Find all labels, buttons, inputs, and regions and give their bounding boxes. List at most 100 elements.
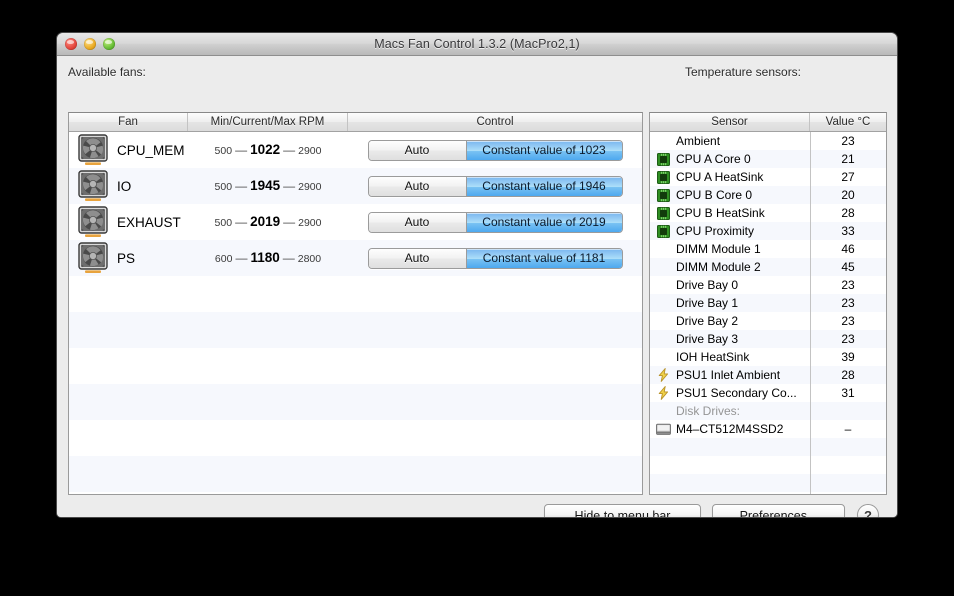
rpm-separator: — [235,215,248,229]
sensor-row-empty [650,474,886,492]
sensor-row[interactable]: CPU B HeatSink 28 [650,204,886,222]
column-header-sensor[interactable]: Sensor [650,113,810,131]
fan-mode-auto-segment[interactable]: Auto [368,140,467,160]
sensor-value: 23 [841,332,855,346]
fan-rpm-current: 1022 [250,142,281,157]
fan-rpm-max: 2900 [298,145,322,157]
traffic-light-group [65,38,115,50]
sensor-name: Drive Bay 0 [676,278,739,292]
sensor-value: 21 [841,152,855,166]
sensor-value: 23 [841,134,855,148]
fan-mode-segmented-control[interactable]: Auto Constant value of 1023 [367,139,623,161]
sensor-row[interactable]: DIMM Module 1 46 [650,240,886,258]
sensor-value: 46 [841,242,855,256]
fan-name: EXHAUST [117,214,181,230]
bolt-icon [658,368,668,382]
fan-row[interactable]: PS 600—1180—2800 Auto Constant value of 1… [69,240,642,276]
sensor-row[interactable]: PSU1 Inlet Ambient 28 [650,366,886,384]
sensor-name: Disk Drives: [676,404,741,418]
sensor-row[interactable]: CPU Proximity 33 [650,222,886,240]
sensor-row[interactable]: CPU A HeatSink 27 [650,168,886,186]
sensor-icon-cell [650,423,676,436]
sensor-icon-cell [650,206,676,220]
fans-table-body: CPU_MEM 500—1022—2900 Auto Constant value… [69,132,642,492]
sensor-name: M4–CT512M4SSD2 [676,422,784,436]
sensor-name: PSU1 Secondary Co... [676,386,797,400]
sensor-icon-cell [650,224,676,238]
temperature-sensors-label: Temperature sensors: [684,65,802,79]
fan-rpm-current: 1180 [250,250,280,265]
fans-table-header: Fan Min/Current/Max RPM Control [69,113,642,132]
sensors-column-divider [810,132,811,494]
sensor-row[interactable]: DIMM Module 2 45 [650,258,886,276]
available-fans-label: Available fans: [68,65,146,79]
sensor-row[interactable]: Drive Bay 3 23 [650,330,886,348]
fan-name: CPU_MEM [117,142,185,158]
fan-icon [78,206,108,237]
fan-mode-constant-segment[interactable]: Constant value of 1946 [466,176,622,196]
sensor-name: CPU Proximity [676,224,755,238]
sensors-table: Sensor Value °C Ambient 23 CPU A Core 0 21… [649,112,887,495]
sensor-row[interactable]: Drive Bay 1 23 [650,294,886,312]
preferences-button[interactable]: Preferences... [712,504,845,517]
sensor-row[interactable]: Ambient 23 [650,132,886,150]
sensor-row[interactable]: M4–CT512M4SSD2 – [650,420,886,438]
sensor-row[interactable]: IOH HeatSink 39 [650,348,886,366]
minimize-button[interactable] [84,38,96,50]
sensor-value: 31 [841,386,855,400]
sensor-row-empty [650,438,886,456]
sensors-table-header: Sensor Value °C [650,113,886,132]
fan-mode-constant-segment[interactable]: Constant value of 1181 [466,248,622,268]
sensor-row[interactable]: Drive Bay 2 23 [650,312,886,330]
fan-mode-segmented-control[interactable]: Auto Constant value of 1946 [367,175,623,197]
window-content: Available fans: Temperature sensors: Fan… [57,56,897,517]
zoom-button[interactable] [103,38,115,50]
sensor-row-empty [650,492,886,494]
rpm-separator: — [283,179,296,193]
sensor-row[interactable]: CPU A Core 0 21 [650,150,886,168]
sensor-name: CPU B HeatSink [676,206,765,220]
chip-icon [656,152,670,166]
fan-mode-segmented-control[interactable]: Auto Constant value of 1181 [367,247,623,269]
sensor-icon-cell [650,152,676,166]
help-button[interactable]: ? [857,504,879,517]
fan-rpm-cell: 600—1180—2800 [188,249,348,267]
sensors-table-body: Ambient 23 CPU A Core 0 21 CPU A HeatSink 2… [650,132,886,494]
window-titlebar[interactable]: Macs Fan Control 1.3.2 (MacPro2,1) [57,33,897,56]
column-header-fan[interactable]: Fan [69,113,188,131]
fan-icon [78,170,108,201]
chip-icon [656,206,670,220]
fan-mode-auto-segment[interactable]: Auto [368,248,467,268]
sensor-name: DIMM Module 2 [676,260,761,274]
fan-row[interactable]: EXHAUST 500—2019—2900 Auto Constant value… [69,204,642,240]
column-header-rpm[interactable]: Min/Current/Max RPM [188,113,348,131]
chip-icon [656,224,670,238]
fan-row-icon-cell [69,170,117,202]
sensor-row[interactable]: PSU1 Secondary Co... 31 [650,384,886,402]
bolt-icon [658,386,668,400]
fan-rpm-min: 500 [214,217,233,229]
sensor-row-empty [650,456,886,474]
column-header-control[interactable]: Control [348,113,642,131]
fan-mode-auto-segment[interactable]: Auto [368,212,467,232]
fan-mode-segmented-control[interactable]: Auto Constant value of 2019 [367,211,623,233]
fan-name: PS [117,250,136,266]
sensor-value: 33 [841,224,855,238]
close-button[interactable] [65,38,77,50]
sensor-value: 45 [841,260,855,274]
fan-mode-constant-segment[interactable]: Constant value of 2019 [466,212,622,232]
column-header-value[interactable]: Value °C [810,113,886,131]
fan-mode-constant-segment[interactable]: Constant value of 1023 [466,140,622,160]
rpm-separator: — [282,251,295,265]
fan-row[interactable]: CPU_MEM 500—1022—2900 Auto Constant value… [69,132,642,168]
fan-rpm-max: 2800 [297,253,322,265]
fan-row-empty [69,276,642,312]
sensor-row[interactable]: CPU B Core 0 20 [650,186,886,204]
fan-rpm-cell: 500—1022—2900 [188,141,348,159]
hide-to-menu-bar-button[interactable]: Hide to menu bar [544,504,701,517]
app-window: Macs Fan Control 1.3.2 (MacPro2,1) Avail… [56,32,898,518]
sensor-icon-cell [650,386,676,400]
fan-row[interactable]: IO 500—1945—2900 Auto Constant value of 1… [69,168,642,204]
sensor-row[interactable]: Drive Bay 0 23 [650,276,886,294]
fan-mode-auto-segment[interactable]: Auto [368,176,467,196]
